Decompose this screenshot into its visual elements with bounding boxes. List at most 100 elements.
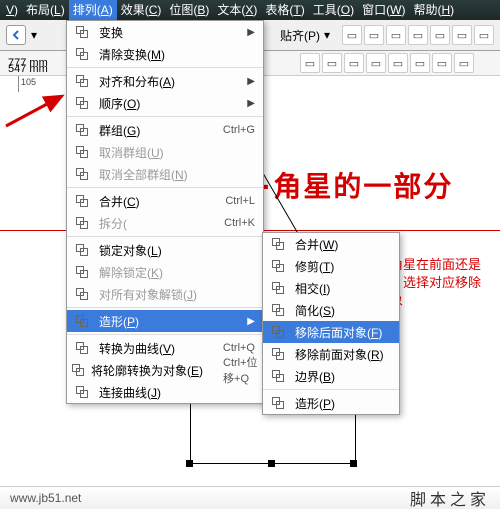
- tool-icon-7[interactable]: ▭: [474, 25, 494, 45]
- menubar-item[interactable]: 工具(O): [309, 0, 358, 20]
- shape-tool-8[interactable]: ▭: [454, 53, 474, 73]
- menu-item[interactable]: 简化(S): [263, 299, 399, 321]
- menu-icon: [71, 285, 93, 303]
- tool-icon-3[interactable]: ▭: [386, 25, 406, 45]
- menu-item[interactable]: 造形(P): [263, 392, 399, 414]
- menu-label: 转换为曲线(V): [99, 340, 203, 357]
- menu-item[interactable]: 顺序(O)▶: [67, 92, 263, 114]
- menu-item[interactable]: 清除变换(M): [67, 43, 263, 65]
- tool-icon-1[interactable]: ▭: [342, 25, 362, 45]
- menubar-item[interactable]: 窗口(W): [358, 0, 409, 20]
- menu-item[interactable]: 群组(G)Ctrl+G: [67, 119, 263, 141]
- menu-icon: [71, 23, 93, 41]
- menu-icon: [71, 72, 93, 90]
- menu-item[interactable]: 边界(B): [263, 365, 399, 387]
- menu-item[interactable]: 造形(P) ▶: [67, 310, 263, 332]
- shape-tool-7[interactable]: ▭: [432, 53, 452, 73]
- menu-label: 造形(P): [295, 395, 391, 412]
- menu-item: 取消全部群组(N): [67, 163, 263, 185]
- submenu-arrow-icon: ▶: [247, 316, 255, 327]
- sel-handle[interactable]: [350, 460, 357, 467]
- tool-icon-2[interactable]: ▭: [364, 25, 384, 45]
- menu-item[interactable]: 修剪(T): [263, 255, 399, 277]
- menubar-item[interactable]: 布局(L): [22, 0, 69, 20]
- menu-item[interactable]: 对齐和分布(A) ▶: [67, 70, 263, 92]
- menu-item[interactable]: 移除前面对象(R): [263, 343, 399, 365]
- menu-label: 锁定对象(L): [99, 242, 255, 259]
- height-value[interactable]: 547 mm: [6, 63, 70, 75]
- menu-label: 解除锁定(K): [99, 264, 255, 281]
- submenu-arrow-icon: ▶: [247, 98, 255, 109]
- menu-item[interactable]: 连接曲线(J): [67, 381, 263, 403]
- menu-label: 简化(S): [295, 302, 391, 319]
- toolbar-right-icons: ▭ ▭ ▭ ▭ ▭ ▭ ▭: [342, 25, 494, 45]
- menu-label: 取消群组(U): [99, 144, 255, 161]
- menu-icon: [71, 361, 85, 379]
- menu-icon: [71, 192, 93, 210]
- shape-tool-5[interactable]: ▭: [388, 53, 408, 73]
- menu-label: 清除变换(M): [99, 46, 255, 63]
- menu-icon: [267, 301, 289, 319]
- menu-icon: [71, 143, 93, 161]
- sel-handle[interactable]: [186, 460, 193, 467]
- footer-url: www.jb51.net: [10, 491, 81, 505]
- menubar-item[interactable]: 帮助(H): [409, 0, 458, 20]
- menu-shortcut: Ctrl+K: [224, 217, 255, 229]
- shaping-submenu: 合并(W)修剪(T) 相交(I) 简化(S) 移除后面对象(F)移除前面对象(R) 边界…: [262, 232, 400, 415]
- menubar-item[interactable]: 效果(C): [117, 0, 166, 20]
- menu-icon: [267, 235, 289, 253]
- menu-shortcut: Ctrl+L: [225, 195, 255, 207]
- menu-icon: [71, 312, 93, 330]
- menu-label: 连接曲线(J): [99, 384, 255, 401]
- menu-icon: [71, 383, 93, 401]
- menu-icon: [71, 94, 93, 112]
- snap-label[interactable]: 贴齐(P): [280, 27, 320, 44]
- menu-label: 对齐和分布(A): [99, 73, 235, 90]
- menu-shortcut: Ctrl+Q: [223, 342, 255, 354]
- back-history-dropdown[interactable]: ▾: [29, 28, 43, 42]
- menu-item[interactable]: 相交(I): [263, 277, 399, 299]
- menu-item: 拆分(Ctrl+K: [67, 212, 263, 234]
- menu-label: 相交(I): [295, 280, 391, 297]
- menu-item[interactable]: 移除后面对象(F): [263, 321, 399, 343]
- tool-icon-4[interactable]: ▭: [408, 25, 428, 45]
- menubar-item[interactable]: 表格(T): [261, 0, 308, 20]
- menu-item: 对所有对象解锁(J): [67, 283, 263, 305]
- shape-tool-6[interactable]: ▭: [410, 53, 430, 73]
- shape-tool-3[interactable]: ▭: [344, 53, 364, 73]
- sel-handle[interactable]: [268, 460, 275, 467]
- shape-tool-1[interactable]: ▭: [300, 53, 320, 73]
- menu-label: 取消全部群组(N): [99, 166, 255, 183]
- shape-tool-2[interactable]: ▭: [322, 53, 342, 73]
- menu-label: 对所有对象解锁(J): [99, 286, 255, 303]
- shape-tool-4[interactable]: ▭: [366, 53, 386, 73]
- menu-item[interactable]: 锁定对象(L): [67, 239, 263, 261]
- menubar-item[interactable]: 排列(A): [69, 0, 117, 20]
- tool-icon-6[interactable]: ▭: [452, 25, 472, 45]
- tool-icon-5[interactable]: ▭: [430, 25, 450, 45]
- menu-icon: [71, 165, 93, 183]
- menu-label: 边界(B): [295, 368, 391, 385]
- menu-item: 取消群组(U): [67, 141, 263, 163]
- menubar-item[interactable]: 文本(X): [213, 0, 261, 20]
- menu-icon: [267, 394, 289, 412]
- submenu-arrow-icon: ▶: [247, 76, 255, 87]
- menu-label: 造形(P): [99, 313, 235, 330]
- menubar-item[interactable]: V): [2, 0, 22, 20]
- menu-label: 变换: [99, 24, 235, 41]
- menu-icon: [267, 323, 289, 341]
- menu-icon: [267, 279, 289, 297]
- submenu-arrow-icon: ▶: [247, 27, 255, 38]
- snap-dropdown[interactable]: ▾: [324, 28, 330, 42]
- menu-icon: [71, 214, 93, 232]
- menu-item[interactable]: 合并(C)Ctrl+L: [67, 190, 263, 212]
- menu-item[interactable]: 变换 ▶: [67, 21, 263, 43]
- menu-icon: [267, 367, 289, 385]
- menu-item: 解除锁定(K): [67, 261, 263, 283]
- footer-brand: 脚本之家: [410, 486, 490, 510]
- back-button[interactable]: [6, 25, 26, 45]
- menu-item[interactable]: 将轮廓转换为对象(E)Ctrl+位移+Q: [67, 359, 263, 381]
- menu-icon: [267, 345, 289, 363]
- menubar-item[interactable]: 位图(B): [165, 0, 213, 20]
- menu-item[interactable]: 合并(W): [263, 233, 399, 255]
